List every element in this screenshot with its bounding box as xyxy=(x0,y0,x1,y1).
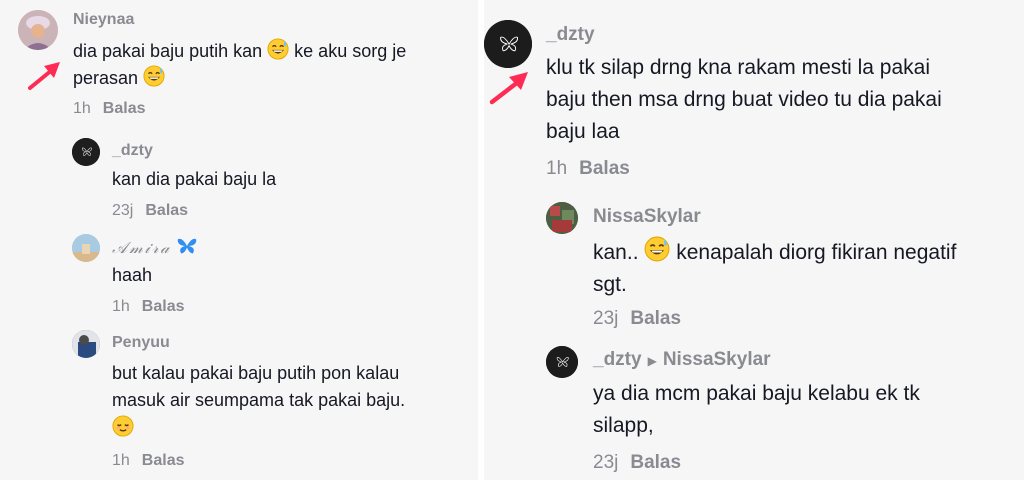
reply-button[interactable]: Balas xyxy=(142,452,185,469)
comment-text-part: ke aku sorg je xyxy=(294,41,407,61)
reply-to-arrow-icon: ▶ xyxy=(647,354,657,368)
comment-text: kan.. kenapalah diorg fikiran negatif sg… xyxy=(593,236,1018,301)
reply-button[interactable]: Balas xyxy=(103,100,146,117)
avatar-dzty[interactable] xyxy=(546,346,578,378)
username-text: 𝒜𝓂𝒾𝓇𝒶 xyxy=(112,238,172,257)
comment-text-part: kenapalah diorg fikiran negatif xyxy=(676,241,957,264)
comment-meta: 23j Balas xyxy=(112,202,188,220)
comment-text: dia pakai baju putih kan ke aku sorg je … xyxy=(73,38,473,93)
reply-button[interactable]: Balas xyxy=(142,298,185,315)
relieved-face-icon xyxy=(112,414,134,437)
comment-meta: 1h Balas xyxy=(73,100,146,118)
butterfly-icon xyxy=(177,238,197,254)
comment-username[interactable]: Penyuu xyxy=(112,334,170,352)
comment-username[interactable]: _dzty xyxy=(546,24,595,46)
comment-username[interactable]: 𝒜𝓂𝒾𝓇𝒶 xyxy=(112,236,198,258)
grin-sweat-icon xyxy=(267,38,289,60)
comment-text: but kalau pakai baju putih pon kalau mas… xyxy=(112,360,472,442)
comment-username[interactable]: NissaSkylar xyxy=(593,206,701,228)
comment-text-part: dia pakai baju putih kan xyxy=(73,41,263,61)
comment-meta: 23j Balas xyxy=(593,308,681,330)
timestamp: 23j xyxy=(112,202,134,219)
comment-username[interactable]: _dzty ▶ NissaSkylar xyxy=(593,349,771,371)
grin-sweat-icon xyxy=(644,236,671,262)
avatar-nissaskylar[interactable] xyxy=(546,202,578,234)
username-text: _dzty xyxy=(593,349,642,370)
comment-text-part: sgt. xyxy=(593,272,627,296)
reply-button[interactable]: Balas xyxy=(630,308,681,329)
timestamp: 1h xyxy=(112,452,130,469)
comment-meta: 1h Balas xyxy=(112,452,185,470)
avatar-dzty[interactable] xyxy=(72,138,100,166)
comment-text-part: masuk air seumpama tak pakai baju. xyxy=(112,390,406,411)
avatar-amira[interactable] xyxy=(72,234,100,262)
comment-text-part: silapp, xyxy=(593,413,654,437)
reply-button[interactable]: Balas xyxy=(630,452,681,473)
grin-sweat-icon xyxy=(143,65,165,88)
timestamp: 23j xyxy=(593,308,619,329)
timestamp: 1h xyxy=(546,158,568,179)
avatar-dzty[interactable] xyxy=(484,20,532,68)
timestamp: 1h xyxy=(73,100,91,117)
comment-meta: 1h Balas xyxy=(112,298,185,316)
comment-meta: 23j Balas xyxy=(593,452,681,474)
comment-username[interactable]: _dzty xyxy=(112,142,153,160)
timestamp: 1h xyxy=(112,298,130,315)
comment-text-part: klu tk silap drng kna rakam mesti la pak… xyxy=(546,56,930,79)
comment-text: haah xyxy=(112,265,153,285)
avatar-nieynaa[interactable] xyxy=(18,10,58,50)
avatar-penyuu[interactable] xyxy=(72,330,100,358)
left-comment-panel: Nieynaa dia pakai baju putih kan ke aku … xyxy=(0,0,478,480)
comment-meta: 1h Balas xyxy=(546,158,630,180)
pink-arrow-icon xyxy=(489,72,528,105)
comment-text: kan dia pakai baju la xyxy=(112,169,277,189)
reply-button[interactable]: Balas xyxy=(579,158,630,179)
comment-text: klu tk silap drng kna rakam mesti la pak… xyxy=(546,52,1016,148)
comment-text-part: but kalau pakai baju putih pon kalau xyxy=(112,363,400,383)
reply-to-username[interactable]: NissaSkylar xyxy=(663,349,771,370)
reply-button[interactable]: Balas xyxy=(145,202,188,219)
comment-text-part: baju then msa drng buat video tu dia pak… xyxy=(546,87,942,111)
comment-text-part: kan.. xyxy=(593,241,639,264)
pink-arrow-icon xyxy=(28,62,60,90)
comment-text-part: ya dia mcm pakai baju kelabu ek tk xyxy=(593,382,920,405)
timestamp: 23j xyxy=(593,452,619,473)
comment-text-part: baju laa xyxy=(546,119,620,143)
comment-username[interactable]: Nieynaa xyxy=(73,11,134,29)
right-comment-panel: _dzty klu tk silap drng kna rakam mesti … xyxy=(484,0,1024,480)
comment-text: ya dia mcm pakai baju kelabu ek tk silap… xyxy=(593,378,1018,442)
comment-text-part: perasan xyxy=(73,68,139,89)
